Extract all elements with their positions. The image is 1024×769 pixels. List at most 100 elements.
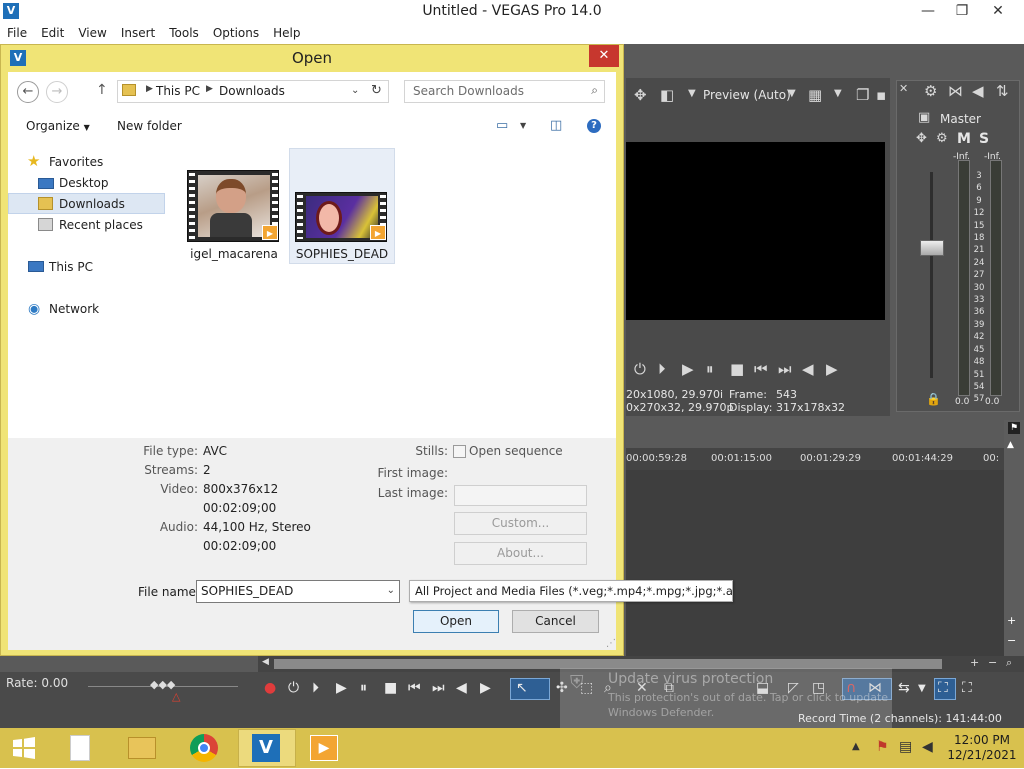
- zoom-out-timeline-icon[interactable]: −: [988, 656, 997, 669]
- copy-frame-icon[interactable]: ❐: [856, 86, 869, 104]
- open-sequence-checkbox[interactable]: [453, 445, 466, 458]
- prev-frame-button-icon[interactable]: ◀: [456, 680, 467, 696]
- play-from-start-button-icon[interactable]: ⏵: [312, 680, 319, 696]
- file-item-sophies-dead[interactable]: ▶ SOPHIES_DEAD: [290, 150, 394, 264]
- dialog-close-button[interactable]: ✕: [589, 45, 619, 67]
- pause-icon[interactable]: ⏸: [706, 360, 714, 378]
- zoom-tool-icon[interactable]: ⌕: [1006, 656, 1012, 670]
- grid-arrow-icon[interactable]: ▼: [834, 88, 842, 99]
- pause-button-icon[interactable]: ⏸: [360, 680, 367, 696]
- next-frame-icon[interactable]: ▶: [826, 360, 838, 378]
- stop-button-icon[interactable]: ■: [384, 680, 397, 696]
- nav-recent-places[interactable]: Recent places: [59, 218, 143, 232]
- ripple-edit-icon[interactable]: ⇆: [898, 680, 910, 696]
- file-name-dropdown-icon[interactable]: ⌄: [387, 585, 395, 596]
- vegas-taskbar-icon[interactable]: V: [248, 732, 284, 764]
- loop-icon[interactable]: ⏻: [634, 360, 646, 378]
- mixer-downmix-icon[interactable]: ⇅: [996, 82, 1009, 100]
- search-input[interactable]: Search Downloads ⌕: [404, 80, 605, 103]
- path-downloads[interactable]: Downloads: [219, 84, 285, 98]
- mixer-insert-icon[interactable]: ⋈: [948, 82, 963, 100]
- help-icon[interactable]: ?: [587, 119, 601, 133]
- grid-icon[interactable]: ▦: [808, 86, 822, 104]
- mute-button[interactable]: M: [957, 131, 971, 147]
- play-button-icon[interactable]: ▶: [336, 680, 347, 696]
- last-image-field[interactable]: [454, 485, 587, 506]
- resize-grip-icon[interactable]: ⋰: [606, 638, 616, 649]
- menu-help[interactable]: Help: [266, 24, 307, 42]
- new-folder-button[interactable]: New folder: [117, 119, 182, 133]
- file-taskbar-icon[interactable]: [62, 732, 98, 764]
- menu-edit[interactable]: Edit: [34, 24, 71, 42]
- file-name-input[interactable]: SOPHIES_DEAD ⌄: [196, 580, 400, 603]
- track-area[interactable]: [626, 470, 1004, 656]
- play-from-start-icon[interactable]: ⏵: [658, 360, 666, 378]
- split-view-icon[interactable]: ◧: [660, 86, 674, 104]
- play-icon[interactable]: ▶: [682, 360, 694, 378]
- go-to-end-icon[interactable]: ⏭: [778, 360, 792, 378]
- next-frame-button-icon[interactable]: ▶: [480, 680, 491, 696]
- preview-quality-arrow-icon[interactable]: ▼: [788, 88, 796, 99]
- scroll-left-icon[interactable]: ◀: [262, 657, 269, 667]
- zoom-in-vertical-icon[interactable]: +: [1007, 614, 1016, 627]
- maximize-button[interactable]: ❐: [946, 0, 978, 22]
- mixer-speaker-icon[interactable]: ◀: [972, 82, 984, 100]
- nav-this-pc[interactable]: This PC: [49, 260, 93, 274]
- nav-favorites[interactable]: Favorites: [49, 155, 103, 169]
- file-item-igel-macarena[interactable]: ▶ igel_macarena: [182, 150, 286, 264]
- start-button-icon[interactable]: ⏮: [408, 680, 421, 696]
- preview-pane-icon[interactable]: ◫: [550, 118, 562, 133]
- menu-insert[interactable]: Insert: [114, 24, 162, 42]
- mixer-settings-icon[interactable]: ⚙: [924, 82, 937, 100]
- ignore-grouping-icon[interactable]: ⛶: [962, 680, 972, 696]
- volume-tray-icon[interactable]: ◀: [922, 739, 933, 755]
- network-tray-icon[interactable]: ▤: [899, 739, 912, 755]
- media-player-taskbar-icon[interactable]: ▶: [306, 732, 342, 764]
- save-frame-icon[interactable]: ▪: [876, 86, 886, 104]
- custom-button[interactable]: Custom...: [454, 512, 587, 535]
- bus-pan-icon[interactable]: ✥: [916, 131, 927, 146]
- scroll-up-icon[interactable]: ▲: [1007, 440, 1014, 450]
- menu-tools[interactable]: Tools: [162, 24, 206, 42]
- minimize-button[interactable]: —: [912, 0, 944, 22]
- menu-file[interactable]: File: [0, 24, 34, 42]
- nav-desktop[interactable]: Desktop: [59, 176, 109, 190]
- go-to-start-icon[interactable]: ⏮: [754, 360, 768, 378]
- prev-frame-icon[interactable]: ◀: [802, 360, 814, 378]
- address-bar[interactable]: ▶ This PC ▶ Downloads ⌄ ↻: [117, 80, 389, 103]
- cancel-button[interactable]: Cancel: [512, 610, 599, 633]
- address-dropdown-icon[interactable]: ⌄: [351, 85, 359, 96]
- forward-button[interactable]: →: [46, 81, 68, 103]
- close-mixer-icon[interactable]: ✕: [899, 82, 908, 95]
- path-this-pc[interactable]: This PC: [156, 84, 200, 98]
- ripple-arrow-icon[interactable]: ▼: [918, 683, 926, 694]
- preview-quality[interactable]: Preview (Auto): [703, 88, 791, 102]
- master-fader[interactable]: [920, 240, 944, 256]
- end-button-icon[interactable]: ⏭: [432, 680, 445, 696]
- zoom-out-vertical-icon[interactable]: −: [1007, 634, 1016, 647]
- vertical-scrollbar[interactable]: ⚑ ▲ + −: [1004, 420, 1024, 656]
- loop-playback-icon[interactable]: ⏻: [288, 680, 299, 696]
- solo-button[interactable]: S: [979, 131, 989, 147]
- file-explorer-taskbar-icon[interactable]: [124, 732, 160, 764]
- refresh-icon[interactable]: ↻: [371, 83, 382, 98]
- view-options-icon[interactable]: ▭: [496, 118, 508, 133]
- bus-fx-icon[interactable]: ⚙: [936, 131, 948, 146]
- view-dropdown-icon[interactable]: ▼: [520, 121, 526, 130]
- show-hidden-icons-icon[interactable]: ▲: [852, 741, 860, 752]
- up-arrow-icon[interactable]: ↑: [96, 82, 108, 98]
- record-icon[interactable]: ●: [264, 680, 276, 696]
- menu-options[interactable]: Options: [206, 24, 266, 42]
- stop-icon[interactable]: ■: [730, 360, 744, 378]
- chrome-taskbar-icon[interactable]: [186, 732, 222, 764]
- zoom-in-timeline-icon[interactable]: +: [970, 656, 979, 669]
- system-clock[interactable]: 12:00 PM 12/21/2021: [946, 733, 1018, 763]
- fader-lock-icon[interactable]: 🔒: [926, 392, 941, 406]
- dropdown-arrow-icon[interactable]: ▼: [688, 88, 696, 99]
- start-button[interactable]: [6, 732, 42, 764]
- organize-button[interactable]: Organize ▼: [26, 119, 90, 133]
- nav-downloads[interactable]: Downloads: [59, 197, 125, 211]
- action-center-icon[interactable]: ⚑: [876, 739, 889, 755]
- nav-network[interactable]: Network: [49, 302, 99, 316]
- menu-view[interactable]: View: [71, 24, 113, 42]
